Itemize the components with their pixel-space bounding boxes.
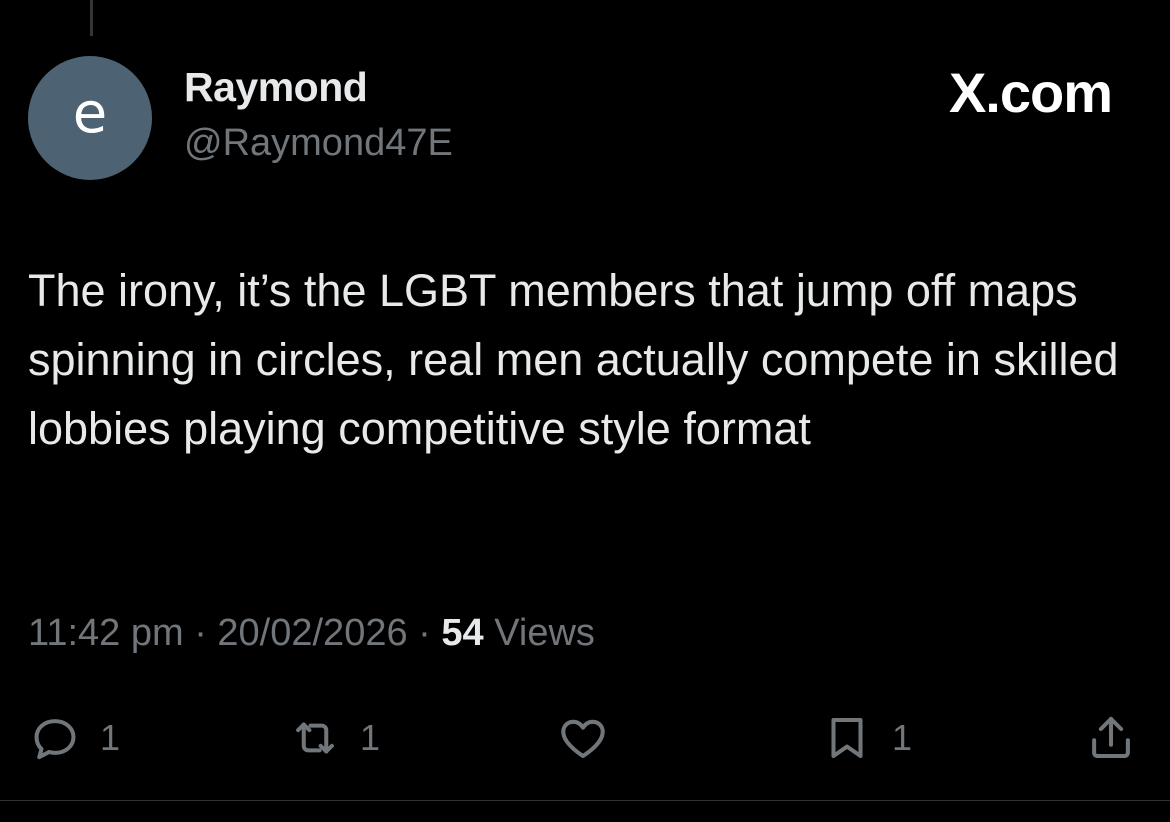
views-label: Views [494,612,595,654]
tweet-text: The irony, it’s the LGBT members that ju… [28,265,1119,454]
like-button[interactable] [556,708,628,768]
tweet-date[interactable]: 20/02/2026 [217,612,407,654]
share-button[interactable] [1084,708,1138,768]
tweet-meta: 11:42 pm · 20/02/2026 · 54 Views [28,612,595,655]
reply-button[interactable]: 1 [28,708,120,768]
meta-separator: · [194,612,207,654]
meta-separator: · [418,612,431,654]
bookmark-count: 1 [892,717,913,758]
share-icon [1084,711,1138,765]
repost-count: 1 [360,717,381,758]
reply-icon [28,711,82,765]
heart-icon [556,711,610,765]
repost-button[interactable]: 1 [288,708,380,768]
action-bar: 1 1 1 [0,708,1170,768]
views-count: 54 [441,612,484,654]
brand-watermark: X.com [948,61,1113,124]
bookmark-button[interactable]: 1 [820,708,912,768]
tweet-time[interactable]: 11:42 pm [28,612,184,654]
author-handle[interactable]: @Raymond47E [184,122,453,165]
bottom-divider [0,800,1170,801]
avatar-letter: e [72,81,108,146]
avatar[interactable]: e [28,56,152,180]
repost-icon [288,711,342,765]
bookmark-icon [820,711,874,765]
thread-connector-line [90,0,93,36]
author-display-name[interactable]: Raymond [184,64,368,111]
reply-count: 1 [100,717,121,758]
